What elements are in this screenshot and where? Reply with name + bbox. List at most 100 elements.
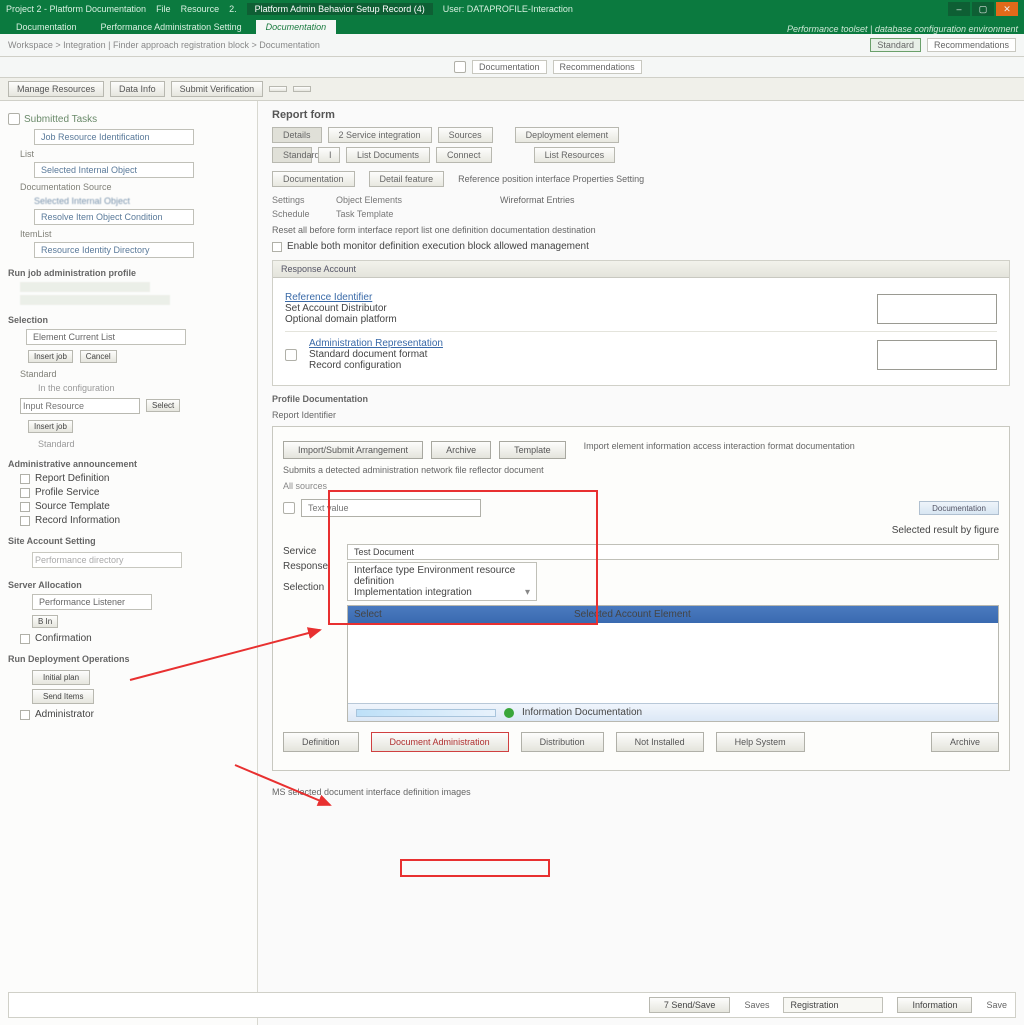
pill-sources[interactable]: Sources xyxy=(438,127,493,143)
p2-5[interactable]: List Resources xyxy=(534,147,616,163)
tb-datainfo[interactable]: Data Info xyxy=(110,81,165,97)
fl-service: Service xyxy=(283,546,339,557)
dlg-side-txt: Import element information access intera… xyxy=(584,441,855,459)
sb-blur-2 xyxy=(20,295,170,305)
pill-details[interactable]: Details xyxy=(272,127,322,143)
sb-group-6: Run Deployment Operations xyxy=(8,654,249,664)
btn-doc[interactable]: Documentation xyxy=(272,171,355,187)
seg-link-2[interactable]: Administration Representation xyxy=(309,338,443,349)
desc-line: Reset all before form interface report l… xyxy=(272,225,1010,235)
sb-btn-elem[interactable]: Element Current List xyxy=(26,329,186,345)
context-chip-1[interactable]: Documentation xyxy=(472,60,547,74)
fv-sel[interactable]: Interface type Environment resource defi… xyxy=(347,562,537,601)
search-check[interactable] xyxy=(283,502,295,514)
dlg-template[interactable]: Template xyxy=(499,441,566,459)
seg-cb[interactable] xyxy=(285,349,297,361)
ribbon-tab-active[interactable]: Documentation xyxy=(256,20,337,34)
search-input[interactable] xyxy=(301,499,481,517)
p2-2[interactable]: I xyxy=(318,147,340,163)
dlg-allsrc: All sources xyxy=(283,481,999,491)
sb-bin[interactable]: B In xyxy=(32,615,58,628)
ribbon-tab-perf[interactable]: Performance Administration Setting xyxy=(91,20,252,34)
sb-select-btn[interactable]: Select xyxy=(146,399,180,412)
lab-report: Report Identifier xyxy=(272,410,1010,420)
seg-lbl-1: Reference Identifier Set Account Distrib… xyxy=(285,292,475,325)
fv-response[interactable]: Test Document xyxy=(347,544,999,560)
p2-1[interactable]: Standard xyxy=(272,147,312,163)
footer-bar: 7 Send/Save Saves Information Save xyxy=(8,992,1016,1018)
sb-chk-1[interactable]: Report Definition xyxy=(20,473,249,484)
main-panel: Report form Details 2 Service integratio… xyxy=(258,101,1024,1025)
sidebar: Submitted Tasks Job Resource Identificat… xyxy=(0,101,258,1025)
btn-detail[interactable]: Detail feature xyxy=(369,171,445,187)
ribbon-tab-docs[interactable]: Documentation xyxy=(6,20,87,34)
bb-notinst[interactable]: Not Installed xyxy=(616,732,704,752)
sb-input-1[interactable]: Job Resource Identification xyxy=(34,129,194,145)
active-doc-tab[interactable]: Platform Admin Behavior Setup Record (4) xyxy=(247,3,433,15)
p2-3[interactable]: List Documents xyxy=(346,147,430,163)
bb-arch[interactable]: Archive xyxy=(931,732,999,752)
sb-small-cancel[interactable]: Cancel xyxy=(80,350,117,363)
sb-send[interactable]: Send Items xyxy=(32,689,94,704)
lab-task: Task Template xyxy=(336,209,393,219)
p2-4[interactable]: Connect xyxy=(436,147,492,163)
sb-label-4: Standard xyxy=(20,369,249,379)
closing-note: MS selected document interface definitio… xyxy=(272,787,1010,797)
tb-icon-2[interactable] xyxy=(293,86,311,92)
sb-resource-input[interactable] xyxy=(20,398,140,414)
dlg-archive[interactable]: Archive xyxy=(431,441,491,459)
view-chip-standard[interactable]: Standard xyxy=(870,38,921,52)
sb-initial[interactable]: Initial plan xyxy=(32,670,90,685)
pill-deploy[interactable]: Deployment element xyxy=(515,127,620,143)
sb-small-3[interactable]: Insert job xyxy=(28,420,73,433)
pill-service[interactable]: 2 Service integration xyxy=(328,127,432,143)
sb-title-check[interactable] xyxy=(8,113,20,125)
view-chip-recommend[interactable]: Recommendations xyxy=(927,38,1016,52)
title-bar: Project 2 - Platform Documentation File … xyxy=(0,0,1024,18)
tb-submit[interactable]: Submit Verification xyxy=(171,81,264,97)
txt-wire: Wireformat Entries xyxy=(500,195,575,205)
footer-input[interactable] xyxy=(783,997,883,1013)
sb-small-insert[interactable]: Insert job xyxy=(28,350,73,363)
grid-body[interactable] xyxy=(348,623,998,703)
sb-chk-6[interactable]: Administrator xyxy=(20,709,249,720)
sb-input-3[interactable]: Resolve Item Object Condition xyxy=(34,209,194,225)
sb-blur-1 xyxy=(20,282,150,292)
tb-manage[interactable]: Manage Resources xyxy=(8,81,104,97)
bb-def[interactable]: Definition xyxy=(283,732,359,752)
footer-info[interactable]: Information xyxy=(897,997,972,1013)
bb-dist[interactable]: Distribution xyxy=(521,732,604,752)
context-checkbox[interactable] xyxy=(454,61,466,73)
sb-input-4[interactable]: Resource Identity Directory xyxy=(34,242,194,258)
col-select[interactable]: Select xyxy=(354,609,574,620)
sb-chk-3[interactable]: Source Template xyxy=(20,501,249,512)
sb-perf-btn[interactable]: Performance Listener xyxy=(32,594,152,610)
main-header: Report form xyxy=(272,109,1010,121)
close-button[interactable]: ✕ xyxy=(996,2,1018,16)
grid-status: Information Documentation xyxy=(348,703,998,721)
sb-link-1[interactable]: Selected Internal Object xyxy=(34,196,249,206)
sb-chk-2[interactable]: Profile Service xyxy=(20,487,249,498)
menu-resource[interactable]: Resource xyxy=(181,4,220,14)
bb-help[interactable]: Help System xyxy=(716,732,805,752)
tb-icon-1[interactable] xyxy=(269,86,287,92)
seg-input-1[interactable] xyxy=(877,294,997,324)
dlg-import[interactable]: Import/Submit Arrangement xyxy=(283,441,423,459)
seg-input-2[interactable] xyxy=(877,340,997,370)
footer-save2[interactable]: Save xyxy=(986,1000,1007,1010)
col-account[interactable]: Selected Account Element xyxy=(574,609,691,620)
seg-link-1[interactable]: Reference Identifier xyxy=(285,292,372,303)
sb-site-input[interactable] xyxy=(32,552,182,568)
sb-chk-5[interactable]: Confirmation xyxy=(20,633,249,644)
sb-input-2[interactable]: Selected Internal Object xyxy=(34,162,194,178)
footer-save[interactable]: 7 Send/Save xyxy=(649,997,731,1013)
enable-check[interactable]: Enable both monitor definition execution… xyxy=(272,241,1010,252)
result-grid: Select Selected Account Element Informat… xyxy=(347,605,999,722)
sb-inline: In the configuration xyxy=(38,383,249,393)
bb-docadmin[interactable]: Document Administration xyxy=(371,732,509,752)
menu-file[interactable]: File xyxy=(156,4,171,14)
maximize-button[interactable]: ▢ xyxy=(972,2,994,16)
sbar-right[interactable]: Documentation xyxy=(919,501,999,515)
minimize-button[interactable]: – xyxy=(948,2,970,16)
context-chip-2[interactable]: Recommendations xyxy=(553,60,642,74)
